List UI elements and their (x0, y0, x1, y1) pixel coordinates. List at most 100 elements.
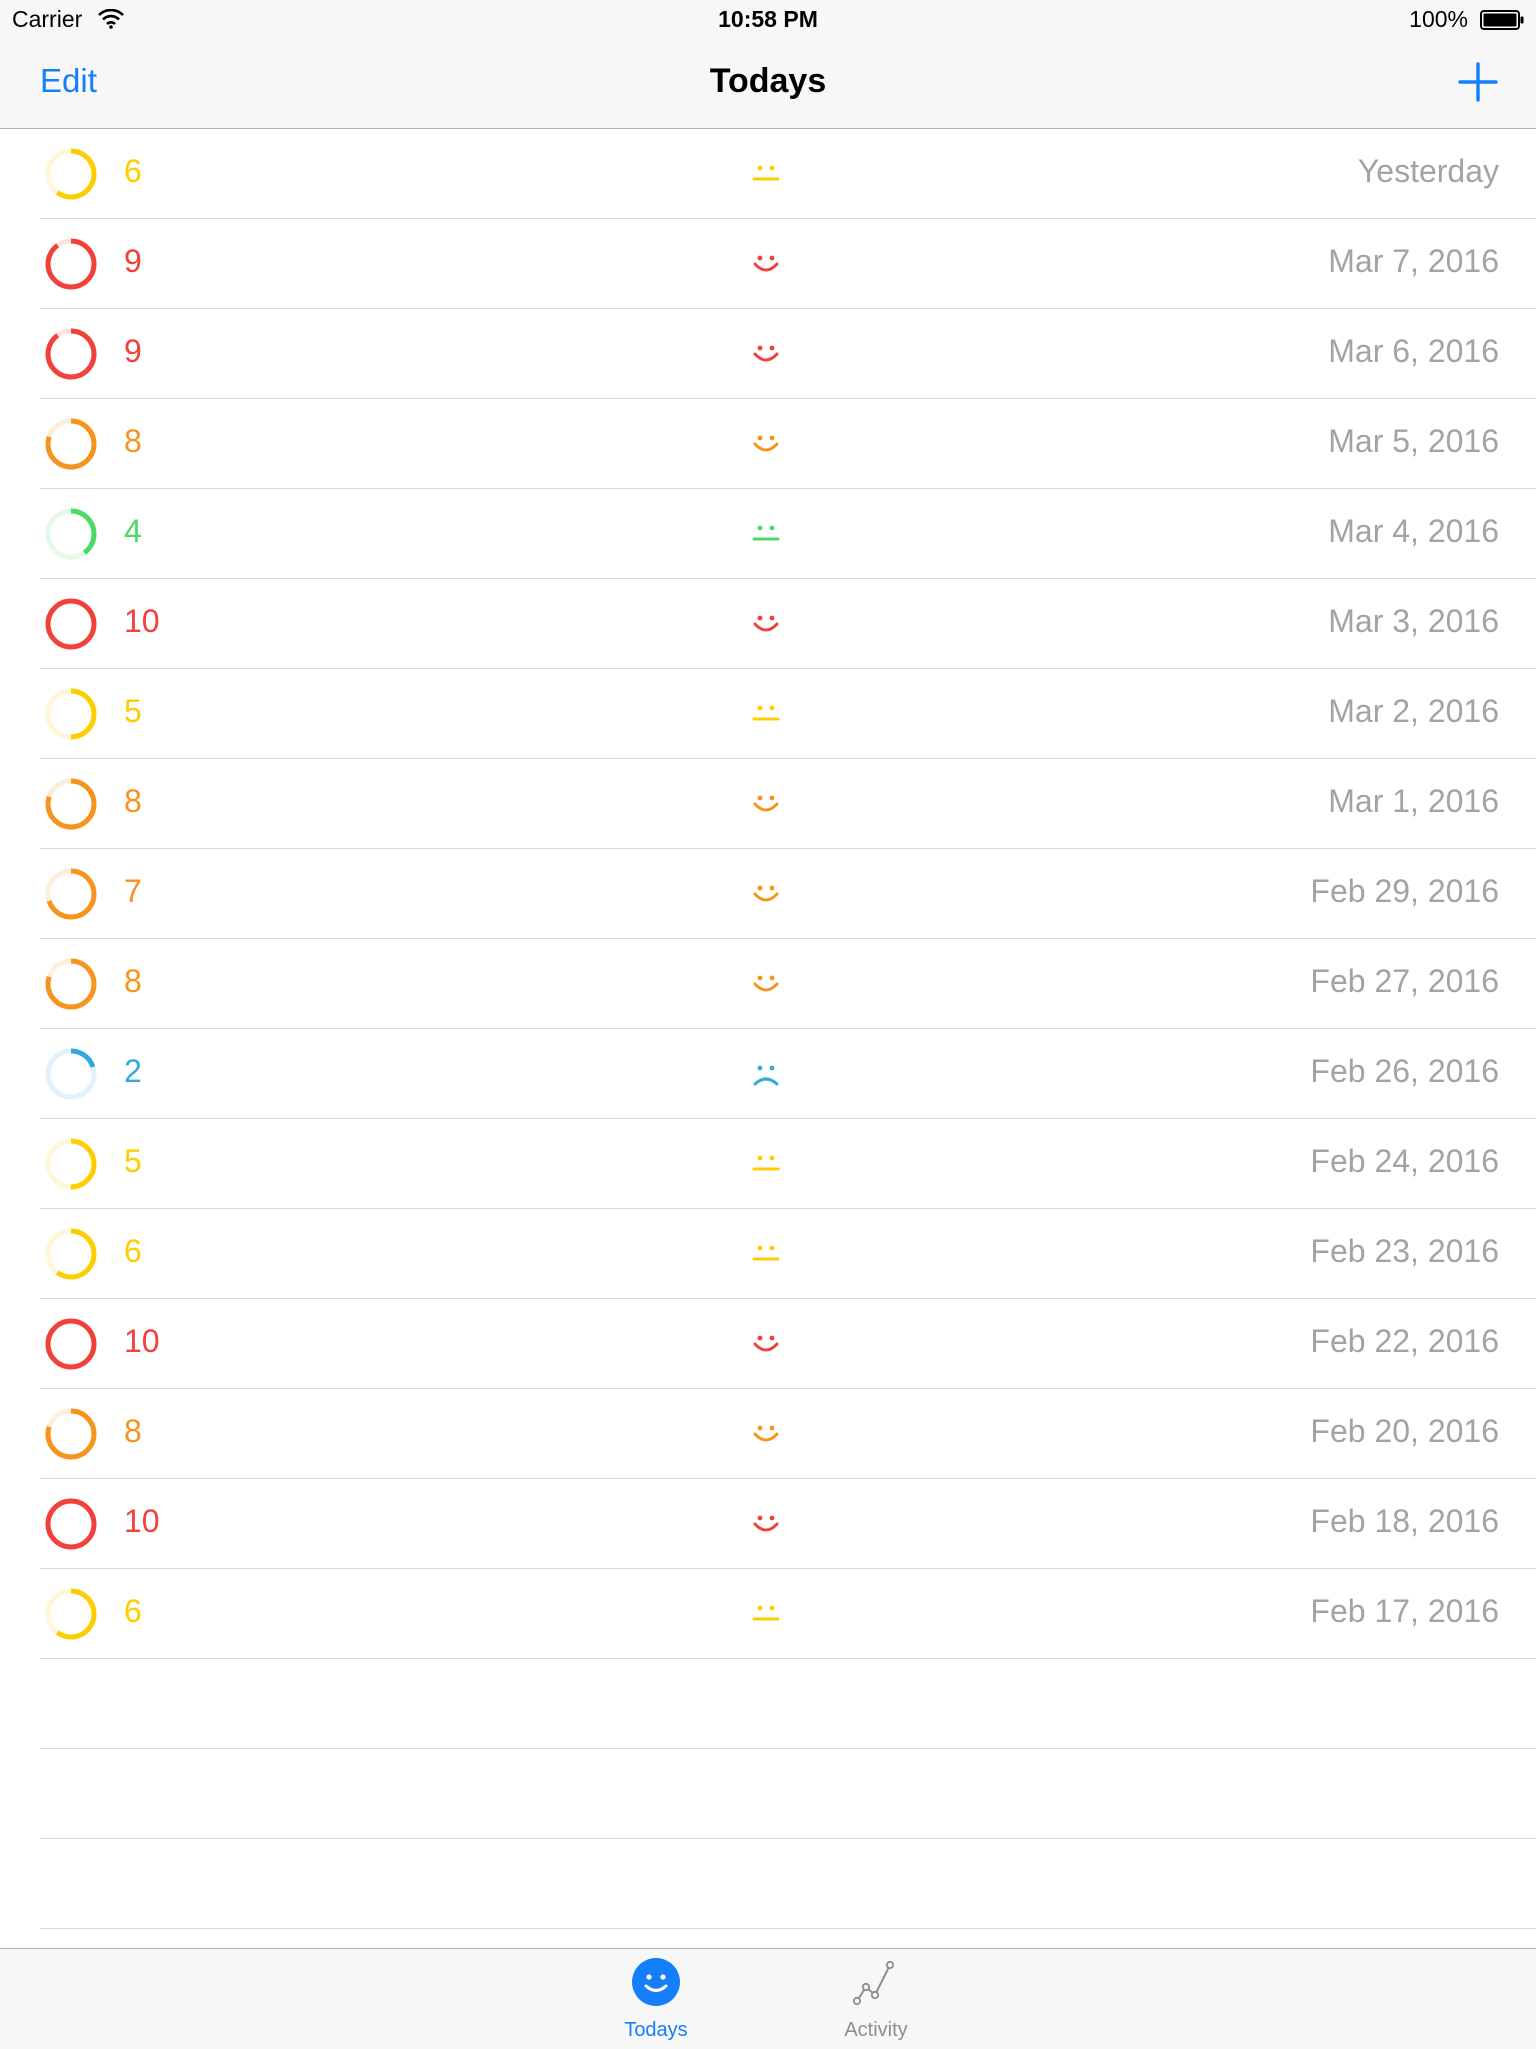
entry-row[interactable]: 8 Mar 5, 2016 (40, 399, 1536, 489)
battery-icon (1480, 10, 1524, 30)
entry-date: Feb 20, 2016 (1310, 1413, 1499, 1449)
entry-row[interactable]: 10 Feb 18, 2016 (40, 1479, 1536, 1569)
happy-face-icon (753, 975, 779, 992)
score-ring-icon (45, 1408, 97, 1460)
score-value: 8 (124, 1413, 142, 1449)
entry-row[interactable]: 5 Mar 2, 2016 (40, 669, 1536, 759)
neutral-face-icon (752, 1605, 780, 1621)
empty-row (40, 1659, 1536, 1749)
tab-bar: Todays Activity (0, 1948, 1536, 2049)
score-value: 7 (124, 873, 142, 909)
happy-face-icon (753, 345, 779, 362)
entry-list: 6 Yesterday 9 Mar 7, 2016 9 Mar 6, 2016 8 Mar 5… (0, 129, 1536, 1929)
score-value: 5 (124, 693, 142, 729)
entry-date: Feb 26, 2016 (1310, 1053, 1499, 1089)
score-ring-icon (45, 1228, 97, 1280)
score-ring-icon (45, 328, 97, 380)
entry-row[interactable]: 2 Feb 26, 2016 (40, 1029, 1536, 1119)
entry-row[interactable]: 9 Mar 6, 2016 (40, 309, 1536, 399)
happy-face-icon (753, 435, 779, 452)
score-ring-icon (45, 1048, 97, 1100)
score-value: 6 (124, 1233, 142, 1269)
entry-row[interactable]: 5 Feb 24, 2016 (40, 1119, 1536, 1209)
entry-date: Mar 3, 2016 (1328, 603, 1499, 639)
score-ring-icon (45, 1318, 97, 1370)
score-ring-icon (45, 1588, 97, 1640)
entry-date: Mar 5, 2016 (1328, 423, 1499, 459)
entry-date: Mar 4, 2016 (1328, 513, 1499, 549)
tab-activity[interactable]: Activity (796, 1949, 956, 2049)
navigation-bar: Edit Todays (0, 40, 1536, 129)
tab-todays[interactable]: Todays (576, 1949, 736, 2049)
entry-row[interactable]: 9 Mar 7, 2016 (40, 219, 1536, 309)
score-value: 10 (124, 603, 160, 639)
entry-date: Feb 17, 2016 (1310, 1593, 1499, 1629)
entry-row[interactable]: 4 Mar 4, 2016 (40, 489, 1536, 579)
entry-date: Feb 27, 2016 (1310, 963, 1499, 999)
clock: 10:58 PM (718, 6, 818, 32)
score-value: 6 (124, 1593, 142, 1629)
page-title: Todays (709, 62, 827, 100)
score-ring-icon (45, 148, 97, 200)
status-bar: Carrier 10:58 PM 100% (0, 0, 1536, 40)
neutral-face-icon (752, 1245, 780, 1261)
score-value: 9 (124, 333, 142, 369)
entry-row[interactable]: 8 Mar 1, 2016 (40, 759, 1536, 849)
happy-face-icon (753, 885, 779, 902)
entry-date: Mar 1, 2016 (1328, 783, 1499, 819)
neutral-face-icon (752, 705, 780, 721)
entry-date: Feb 18, 2016 (1310, 1503, 1499, 1539)
score-ring-icon (45, 958, 97, 1010)
entry-date: Mar 7, 2016 (1328, 243, 1499, 279)
score-value: 2 (124, 1053, 142, 1089)
score-value: 8 (124, 963, 142, 999)
entry-date: Feb 24, 2016 (1310, 1143, 1499, 1179)
happy-face-icon (753, 255, 779, 272)
plus-icon[interactable] (1458, 62, 1498, 102)
entry-row[interactable]: 10 Feb 22, 2016 (40, 1299, 1536, 1389)
tab-label: Todays (624, 2019, 688, 2041)
happy-face-icon (753, 1335, 779, 1352)
entry-row[interactable]: 6 Feb 17, 2016 (40, 1569, 1536, 1659)
entry-date: Feb 22, 2016 (1310, 1323, 1499, 1359)
happy-face-icon (753, 795, 779, 812)
score-value: 8 (124, 423, 142, 459)
score-ring-icon (45, 598, 97, 650)
entry-row[interactable]: 8 Feb 27, 2016 (40, 939, 1536, 1029)
smiley-icon (632, 1958, 680, 2006)
score-ring-icon (45, 1498, 97, 1550)
entry-row[interactable]: 7 Feb 29, 2016 (40, 849, 1536, 939)
score-value: 4 (124, 513, 142, 549)
activity-chart-icon (852, 1960, 895, 2006)
score-value: 10 (124, 1503, 160, 1539)
happy-face-icon (753, 1425, 779, 1442)
entry-date: Yesterday (1357, 153, 1499, 189)
score-value: 5 (124, 1143, 142, 1179)
score-ring-icon (45, 508, 97, 560)
score-ring-icon (45, 688, 97, 740)
battery-percent: 100% (1409, 6, 1468, 32)
neutral-face-icon (752, 1155, 780, 1171)
score-ring-icon (45, 238, 97, 290)
score-value: 8 (124, 783, 142, 819)
empty-row (40, 1749, 1536, 1839)
entry-row[interactable]: 6 Yesterday (40, 129, 1536, 219)
entry-row[interactable]: 8 Feb 20, 2016 (40, 1389, 1536, 1479)
entry-date: Feb 29, 2016 (1310, 873, 1499, 909)
neutral-face-icon (752, 165, 780, 181)
sad-face-icon (753, 1065, 779, 1086)
entry-row[interactable]: 6 Feb 23, 2016 (40, 1209, 1536, 1299)
happy-face-icon (753, 1515, 779, 1532)
tab-label: Activity (844, 2019, 908, 2041)
score-ring-icon (45, 418, 97, 470)
entry-row[interactable]: 10 Mar 3, 2016 (40, 579, 1536, 669)
score-value: 6 (124, 153, 142, 189)
score-ring-icon (45, 868, 97, 920)
score-value: 10 (124, 1323, 160, 1359)
score-ring-icon (45, 1138, 97, 1190)
entry-date: Mar 6, 2016 (1328, 333, 1499, 369)
score-value: 9 (124, 243, 142, 279)
entry-date: Mar 2, 2016 (1328, 693, 1499, 729)
neutral-face-icon (752, 525, 780, 541)
entry-date: Feb 23, 2016 (1310, 1233, 1499, 1269)
